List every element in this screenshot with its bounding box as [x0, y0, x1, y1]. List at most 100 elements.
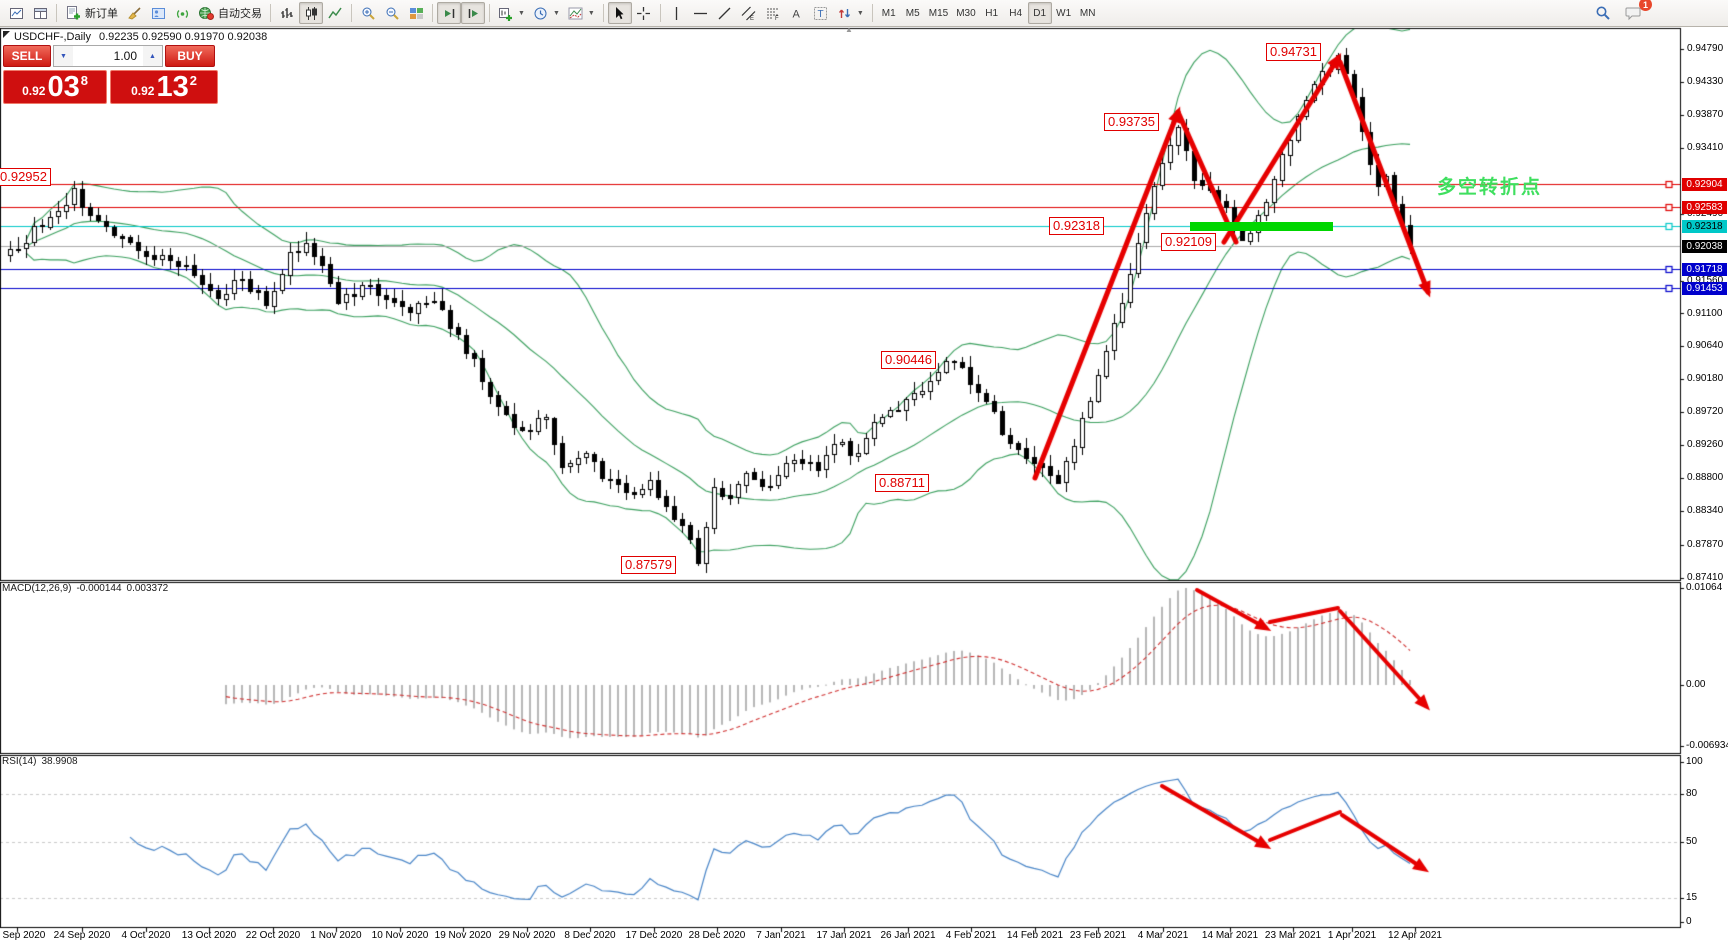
volume-increase-button[interactable]: ▲	[143, 46, 162, 66]
arrow-label-button[interactable]: A	[785, 2, 809, 24]
candlestick-chart-button[interactable]	[299, 2, 323, 24]
toolbar-separator	[351, 4, 352, 22]
auto-scroll-button[interactable]	[461, 2, 485, 24]
price-level-badge: 0.92038	[1682, 240, 1727, 253]
chart-shift-button[interactable]	[437, 2, 461, 24]
sell-button[interactable]: SELL	[3, 45, 51, 67]
price-axis-tick: 0.89720	[1687, 406, 1723, 417]
chevron-down-icon: ▼	[518, 10, 525, 17]
autoscroll-icon	[466, 6, 481, 21]
price-axis-tick: 0.87870	[1687, 539, 1723, 550]
sell-price-display[interactable]: 0.92 03 8	[3, 70, 107, 104]
newchart-icon	[498, 6, 513, 21]
zoom-out-button[interactable]	[380, 2, 404, 24]
timeframe-m15-button[interactable]: M15	[925, 2, 952, 24]
timeframe-m1-button[interactable]: M1	[877, 2, 901, 24]
mt4-terminal: 新订单自动交易▼▼▼EFAT▼M1M5M15M30H1H4D1W1MN1 USD…	[0, 0, 1728, 944]
sell-price-pips: 03	[47, 72, 79, 102]
price-level-badge: 0.92583	[1682, 201, 1727, 214]
timeframe-w1-button[interactable]: W1	[1052, 2, 1076, 24]
price-axis-tick: 0.93410	[1687, 142, 1723, 153]
date-axis-label: 23 Feb 2021	[1070, 930, 1126, 941]
toolbar-separator	[489, 4, 490, 22]
profiles-button[interactable]: ▼	[529, 2, 564, 24]
date-axis-label: 12 Apr 2021	[1388, 930, 1442, 941]
signals-icon[interactable]	[170, 2, 194, 24]
vertical-line-button[interactable]	[665, 2, 689, 24]
date-axis-label: 14 Feb 2021	[1007, 930, 1063, 941]
bar-chart-button[interactable]	[275, 2, 299, 24]
data-window-icon[interactable]	[28, 2, 52, 24]
rsi-label: RSI(14)	[2, 756, 36, 767]
search-button[interactable]	[1591, 2, 1615, 24]
cursor-icon	[612, 6, 627, 21]
line-chart-button[interactable]	[323, 2, 347, 24]
auto-trading-button[interactable]: 自动交易	[194, 2, 266, 24]
svg-text:E: E	[750, 16, 754, 21]
chart-window-icon[interactable]	[4, 2, 28, 24]
date-axis-label: 1 Apr 2021	[1328, 930, 1376, 941]
price-axis-tick: 0.90180	[1687, 373, 1723, 384]
shift-icon	[442, 6, 457, 21]
zoomin-icon	[361, 6, 376, 21]
sell-price-prefix: 0.92	[22, 84, 45, 98]
svg-text:A: A	[793, 8, 801, 20]
price-annotation-label: 0.87579	[621, 556, 676, 574]
volume-decrease-button[interactable]: ▼	[54, 46, 73, 66]
toolbar-separator	[432, 4, 433, 22]
price-level-badge: 0.92904	[1682, 178, 1727, 191]
text-label-button[interactable]: T	[809, 2, 833, 24]
sell-price-point: 8	[81, 73, 88, 88]
indicators-button[interactable]: ▼	[564, 2, 599, 24]
toolbar-separator	[603, 4, 604, 22]
notifications-button[interactable]: 1	[1621, 2, 1646, 24]
price-annotation-label: 0.94731	[1266, 43, 1321, 61]
timeframe-m5-button[interactable]: M5	[901, 2, 925, 24]
timeframe-h1-button[interactable]: H1	[980, 2, 1004, 24]
bull-bear-turning-point-note: 多空转折点	[1437, 172, 1542, 199]
price-annotation-label: 0.92109	[1161, 233, 1216, 251]
chart-corner-marker	[3, 31, 10, 38]
timeframe-m30-button[interactable]: M30	[952, 2, 979, 24]
price-axis-tick: 0.94330	[1687, 76, 1723, 87]
navigator-icon	[151, 6, 166, 21]
shapes-icon	[837, 6, 852, 21]
new-order-button[interactable]: 新订单	[61, 2, 122, 24]
timeframe-d1-button[interactable]: D1	[1028, 2, 1052, 24]
new-chart-button[interactable]: ▼	[494, 2, 529, 24]
market-watch-icon[interactable]	[122, 2, 146, 24]
shapes-button[interactable]: ▼	[833, 2, 868, 24]
rsi-value: 38.9908	[41, 756, 77, 767]
macd-axis-tick: -0.006934	[1686, 740, 1728, 751]
date-axis-label: 19 Nov 2020	[435, 930, 492, 941]
buy-price-display[interactable]: 0.92 13 2	[110, 70, 218, 104]
buy-price-prefix: 0.92	[131, 84, 154, 98]
date-axis-label: 26 Jan 2021	[880, 930, 935, 941]
zoom-in-button[interactable]	[356, 2, 380, 24]
buy-button[interactable]: BUY	[165, 45, 215, 67]
volume-input[interactable]: 1.00	[73, 46, 143, 66]
horizontal-line-button[interactable]	[689, 2, 713, 24]
cursor-button[interactable]	[608, 2, 632, 24]
date-axis-label: 17 Jan 2021	[816, 930, 871, 941]
price-level-badge: 0.91718	[1682, 263, 1727, 276]
chart-canvas[interactable]	[0, 0, 1728, 944]
equidistant-channel-button[interactable]: E	[737, 2, 761, 24]
timeframe-mn-button[interactable]: MN	[1076, 2, 1100, 24]
macd-label: MACD(12,26,9)	[2, 583, 71, 594]
price-axis-tick: 0.90640	[1687, 340, 1723, 351]
fib-icon: F	[765, 6, 780, 21]
notification-count-badge: 1	[1639, 0, 1652, 11]
fibonacci-button[interactable]: F	[761, 2, 785, 24]
date-axis-label: 15 Sep 2020	[0, 930, 45, 941]
price-axis-tick: 0.93870	[1687, 109, 1723, 120]
chart-title: USDCHF-,Daily0.92235 0.92590 0.91970 0.9…	[14, 31, 267, 43]
tile-windows-button[interactable]	[404, 2, 428, 24]
crosshair-button[interactable]	[632, 2, 656, 24]
volume-stepper: ▼ 1.00 ▲	[53, 45, 163, 67]
price-level-badge: 0.92318	[1682, 220, 1727, 233]
toolbar-separator	[270, 4, 271, 22]
trendline-button[interactable]	[713, 2, 737, 24]
navigator-icon[interactable]	[146, 2, 170, 24]
timeframe-h4-button[interactable]: H4	[1004, 2, 1028, 24]
